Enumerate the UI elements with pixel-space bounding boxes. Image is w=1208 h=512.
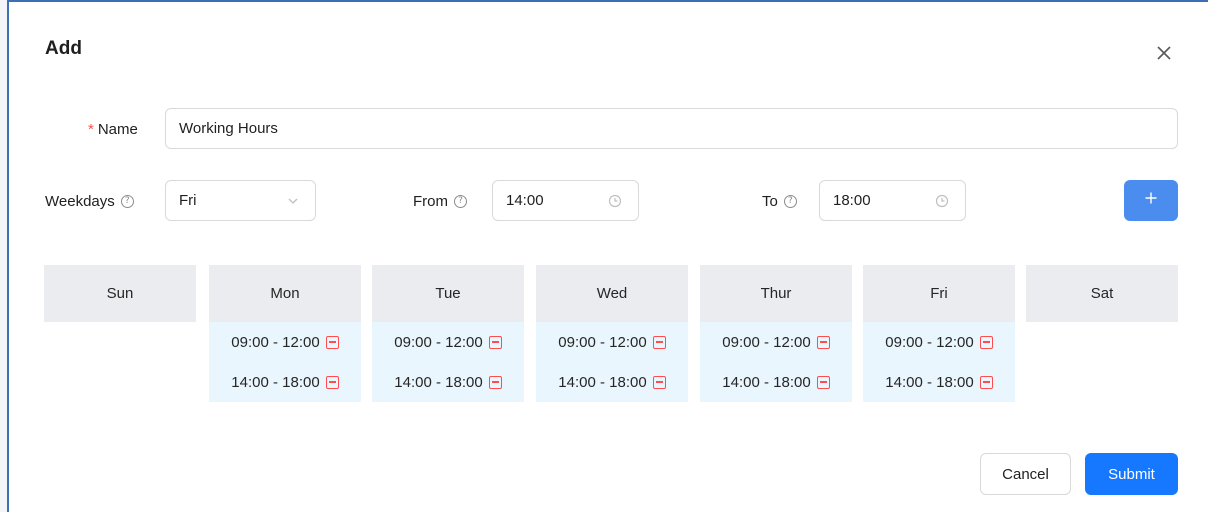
time-slot-text: 09:00 - 12:00 [722,333,811,351]
to-label-text: To [762,193,778,210]
minus-square-icon[interactable] [979,335,993,349]
day-slots-wed: 09:00 - 12:00 14:00 - 18:00 [536,322,688,402]
day-slots-tue: 09:00 - 12:00 14:00 - 18:00 [372,322,524,402]
minus-square-icon[interactable] [979,375,993,389]
time-slot-text: 09:00 - 12:00 [231,333,320,351]
time-slot: 14:00 - 18:00 [372,367,524,397]
weekdays-label: Weekdays ? [45,193,134,210]
question-circle-icon[interactable]: ? [454,195,467,208]
from-time-input[interactable]: 14:00 [492,180,639,221]
from-label-text: From [413,193,448,210]
from-label: From ? [413,193,467,210]
time-slot-text: 14:00 - 18:00 [231,373,320,391]
to-label: To ? [762,193,797,210]
minus-square-icon[interactable] [488,335,502,349]
dialog-title: Add [45,38,82,59]
time-slot: 09:00 - 12:00 [372,327,524,357]
day-header-wed: Wed [536,265,688,322]
time-slot-text: 14:00 - 18:00 [394,373,483,391]
weekdays-select-value: Fri [179,192,197,209]
minus-square-icon[interactable] [652,375,666,389]
chevron-down-icon [287,194,299,211]
time-slot: 14:00 - 18:00 [209,367,361,397]
time-slot-text: 09:00 - 12:00 [558,333,647,351]
day-header-tue: Tue [372,265,524,322]
day-header-mon: Mon [209,265,361,322]
from-time-value: 14:00 [506,192,544,209]
weekdays-select[interactable]: Fri [165,180,316,221]
submit-button[interactable]: Submit [1085,453,1178,495]
time-slot: 09:00 - 12:00 [700,327,852,357]
day-header-fri: Fri [863,265,1015,322]
required-mark: * [88,121,94,138]
time-slot: 14:00 - 18:00 [863,367,1015,397]
time-slot-text: 14:00 - 18:00 [558,373,647,391]
to-time-value: 18:00 [833,192,871,209]
time-slot: 14:00 - 18:00 [700,367,852,397]
clock-icon [608,194,622,212]
add-dialog: Add * Name Working Hours Weekdays ? Fri … [11,2,1208,512]
time-slot-text: 14:00 - 18:00 [722,373,811,391]
day-slots-fri: 09:00 - 12:00 14:00 - 18:00 [863,322,1015,402]
minus-square-icon[interactable] [816,375,830,389]
weekdays-label-text: Weekdays [45,193,115,210]
time-slot: 14:00 - 18:00 [536,367,688,397]
time-slot: 09:00 - 12:00 [863,327,1015,357]
clock-icon [935,194,949,212]
minus-square-icon[interactable] [816,335,830,349]
time-slot: 09:00 - 12:00 [536,327,688,357]
time-slot-text: 09:00 - 12:00 [885,333,974,351]
question-circle-icon[interactable]: ? [783,195,797,208]
time-slot-text: 09:00 - 12:00 [394,333,483,351]
minus-square-icon[interactable] [652,335,666,349]
minus-square-icon[interactable] [325,375,339,389]
name-label: * Name [88,121,138,138]
day-slots-mon: 09:00 - 12:00 14:00 - 18:00 [209,322,361,402]
add-time-slot-button[interactable] [1124,180,1178,221]
day-header-sat: Sat [1026,265,1178,322]
name-label-text: Name [97,121,138,138]
plus-icon [1144,191,1158,210]
day-header-sun: Sun [44,265,196,322]
close-icon[interactable] [1151,40,1177,66]
minus-square-icon[interactable] [325,335,339,349]
day-slots-thur: 09:00 - 12:00 14:00 - 18:00 [700,322,852,402]
question-circle-icon[interactable]: ? [120,195,134,208]
name-input[interactable]: Working Hours [165,108,1178,149]
background-window-edge [0,0,9,512]
minus-square-icon[interactable] [488,375,502,389]
name-input-value: Working Hours [179,120,278,137]
to-time-input[interactable]: 18:00 [819,180,966,221]
day-header-thur: Thur [700,265,852,322]
time-slot-text: 14:00 - 18:00 [885,373,974,391]
time-slot: 09:00 - 12:00 [209,327,361,357]
cancel-button[interactable]: Cancel [980,453,1071,495]
